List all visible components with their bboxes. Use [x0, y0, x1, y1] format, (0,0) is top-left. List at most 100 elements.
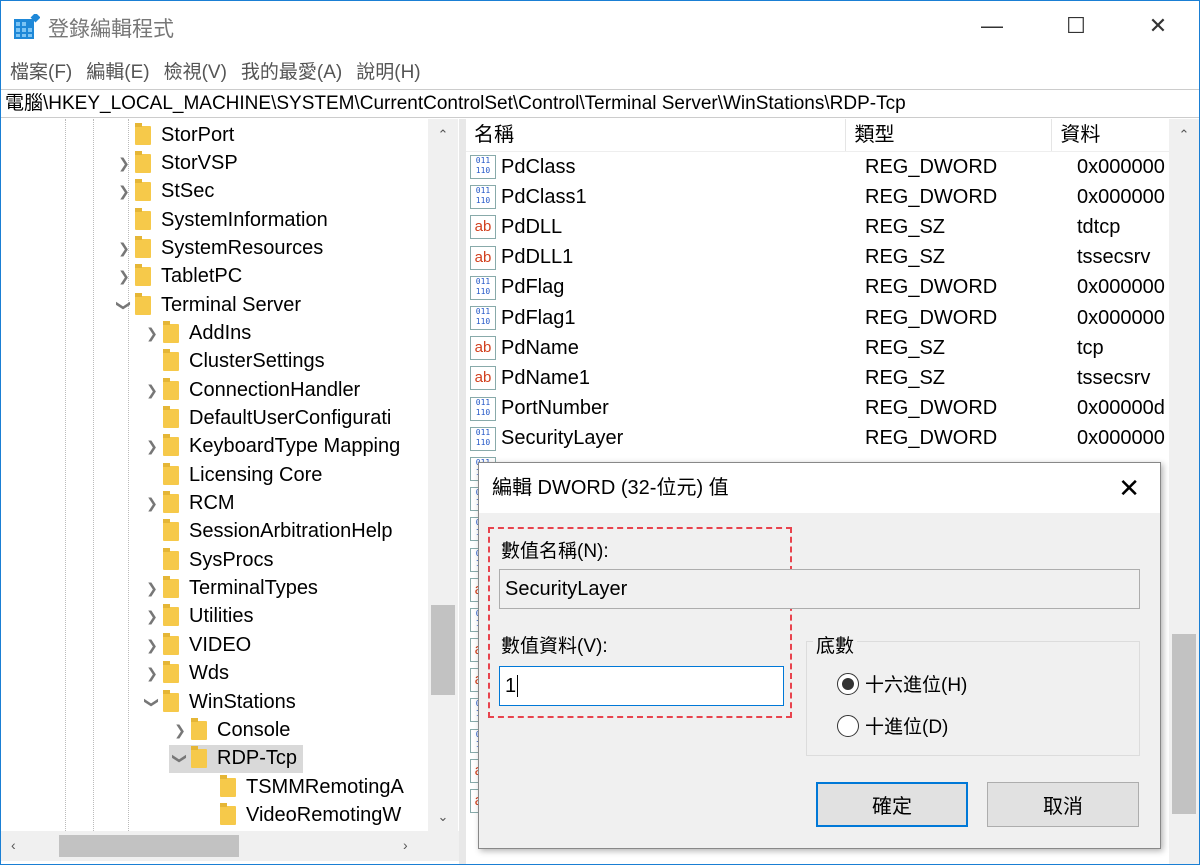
value-name: PdName: [501, 336, 579, 359]
decimal-radio[interactable]: 十進位(D): [837, 712, 948, 739]
maximize-button[interactable]: ☐: [1046, 1, 1106, 51]
column-data[interactable]: 資料: [1052, 119, 1169, 151]
menu-view[interactable]: 檢視(V): [164, 57, 227, 84]
tree-item[interactable]: ❯ Console: [169, 716, 290, 744]
close-button[interactable]: ✕: [1128, 1, 1188, 51]
tree-item[interactable]: ❯ StorVSP: [113, 149, 238, 177]
value-row[interactable]: 011 110 PdFlag REG_DWORD 0x000000: [466, 273, 1169, 303]
scroll-right-icon[interactable]: ›: [403, 837, 408, 853]
collapse-arrow-icon[interactable]: ❯: [172, 748, 189, 770]
reg-dword-icon: 011 110: [470, 155, 496, 180]
tree-vertical-scrollbar[interactable]: ⌃ ⌄: [428, 119, 458, 831]
hex-radio[interactable]: 十六進位(H): [837, 670, 967, 697]
tree-item[interactable]: ❯ WinStations: [141, 688, 296, 716]
tree-item-label: Wds: [189, 662, 229, 685]
expand-arrow-icon[interactable]: ❯: [113, 183, 135, 200]
value-row[interactable]: 011 110 PortNumber REG_DWORD 0x00000d: [466, 394, 1169, 424]
value-name-field: SecurityLayer: [499, 569, 1140, 609]
expand-arrow-icon[interactable]: ❯: [141, 608, 163, 625]
tree-item-label: Licensing Core: [189, 463, 323, 486]
value-type: REG_SZ: [865, 246, 946, 269]
value-data: 0x000000: [1077, 276, 1165, 299]
tree-item[interactable]: VideoRemotingW: [198, 801, 401, 829]
value-row[interactable]: 011 110 PdClass REG_DWORD 0x000000: [466, 152, 1169, 182]
value-row[interactable]: ab PdDLL REG_SZ tdtcp: [466, 212, 1169, 242]
value-row[interactable]: 011 110 PdClass1 REG_DWORD 0x000000: [466, 182, 1169, 212]
tree-scroll-thumb[interactable]: [431, 605, 455, 695]
tree-item[interactable]: Licensing Core: [141, 461, 322, 489]
tree-item[interactable]: ❯ VIDEO: [141, 631, 251, 659]
value-name: PdClass1: [501, 185, 587, 208]
tree-item-label: DefaultUserConfigurati: [189, 407, 392, 429]
ok-button[interactable]: 確定: [816, 782, 968, 827]
menu-favorites[interactable]: 我的最愛(A): [241, 57, 342, 84]
scroll-up-icon[interactable]: ⌃: [428, 127, 458, 143]
list-vertical-scrollbar[interactable]: ⌃: [1169, 119, 1199, 864]
pane-splitter[interactable]: [459, 119, 466, 864]
tree-item[interactable]: ❯ RCM: [141, 490, 235, 518]
tree-item[interactable]: ❯ Wds: [141, 660, 229, 688]
list-scroll-thumb[interactable]: [1172, 634, 1196, 814]
tree-item[interactable]: SysProcs: [141, 546, 273, 574]
tree-item[interactable]: ❯ ConnectionHandler: [141, 376, 360, 404]
tree-item[interactable]: SystemInformation: [113, 206, 328, 234]
cancel-button[interactable]: 取消: [987, 782, 1139, 827]
collapse-arrow-icon[interactable]: ❯: [144, 691, 161, 713]
tree-item[interactable]: ❯ TabletPC: [113, 263, 242, 291]
scroll-left-icon[interactable]: ‹: [11, 837, 16, 853]
value-name: PdDLL: [501, 215, 563, 238]
tree-item[interactable]: SessionArbitrationHelp: [141, 518, 392, 546]
value-row[interactable]: ab PdName1 REG_SZ tssecsrv: [466, 363, 1169, 393]
expand-arrow-icon[interactable]: ❯: [141, 580, 163, 597]
value-data-input[interactable]: 1: [499, 666, 784, 706]
value-row[interactable]: 011 110 PdFlag1 REG_DWORD 0x000000: [466, 303, 1169, 333]
expand-arrow-icon[interactable]: ❯: [141, 325, 163, 342]
expand-arrow-icon[interactable]: ❯: [113, 155, 135, 172]
registry-editor-window: 登錄編輯程式 — ☐ ✕ 檔案(F) 編輯(E) 檢視(V) 我的最愛(A) 說…: [0, 0, 1200, 865]
tree-item-label: VIDEO: [189, 633, 252, 656]
expand-arrow-icon[interactable]: ❯: [141, 637, 163, 654]
hex-label: 十六進位(H): [865, 675, 968, 696]
collapse-arrow-icon[interactable]: ❯: [116, 294, 133, 316]
folder-icon: [163, 320, 179, 343]
tree-item[interactable]: ClusterSettings: [141, 348, 325, 376]
column-name[interactable]: 名稱: [466, 119, 847, 151]
tree-item[interactable]: ❯ KeyboardType Mapping: [141, 433, 400, 461]
menu-edit[interactable]: 編輯(E): [86, 57, 149, 84]
folder-icon: [135, 207, 151, 230]
tree-hscroll-thumb[interactable]: [59, 835, 239, 857]
tree-item[interactable]: DefaultUserConfigurati: [141, 405, 391, 433]
menu-help[interactable]: 說明(H): [356, 57, 420, 84]
expand-arrow-icon[interactable]: ❯: [113, 268, 135, 285]
address-bar[interactable]: 電腦\HKEY_LOCAL_MACHINE\SYSTEM\CurrentCont…: [1, 89, 1199, 118]
reg-sz-icon: ab: [470, 336, 496, 361]
menu-file[interactable]: 檔案(F): [10, 57, 72, 84]
value-row[interactable]: ab PdName REG_SZ tcp: [466, 333, 1169, 363]
dialog-close-icon[interactable]: ✕: [1118, 463, 1140, 513]
expand-arrow-icon[interactable]: ❯: [113, 240, 135, 257]
expand-arrow-icon[interactable]: ❯: [141, 438, 163, 455]
expand-arrow-icon[interactable]: ❯: [141, 495, 163, 512]
scroll-down-icon[interactable]: ⌄: [428, 809, 458, 825]
tree-horizontal-scrollbar[interactable]: ‹ ›: [1, 831, 459, 861]
tree-item[interactable]: StorPort: [113, 121, 234, 149]
minimize-button[interactable]: —: [962, 1, 1022, 51]
tree-item[interactable]: ❯ AddIns: [141, 319, 251, 347]
tree-item[interactable]: ❯ Utilities: [141, 603, 253, 631]
value-name: PdName1: [501, 366, 590, 389]
expand-arrow-icon[interactable]: ❯: [141, 665, 163, 682]
column-type[interactable]: 類型: [846, 119, 1053, 151]
expand-arrow-icon[interactable]: ❯: [169, 722, 191, 739]
value-row[interactable]: 011 110 SecurityLayer REG_DWORD 0x000000: [466, 424, 1169, 454]
tree-item[interactable]: ❯ Terminal Server: [113, 291, 301, 319]
value-row[interactable]: ab PdDLL1 REG_SZ tssecsrv: [466, 243, 1169, 273]
tree-item[interactable]: ❯ RDP-Tcp: [169, 744, 304, 773]
tree-item[interactable]: ❯ TerminalTypes: [141, 575, 318, 603]
tree-item-label: TSMMRemotingA: [246, 775, 404, 798]
tree-item[interactable]: ❯ SystemResources: [113, 234, 323, 262]
tree-item[interactable]: ❯ StSec: [113, 178, 214, 206]
value-type: REG_DWORD: [865, 185, 998, 208]
expand-arrow-icon[interactable]: ❯: [141, 382, 163, 399]
tree-item[interactable]: TSMMRemotingA: [198, 773, 404, 801]
list-scroll-up-icon[interactable]: ⌃: [1169, 127, 1199, 143]
